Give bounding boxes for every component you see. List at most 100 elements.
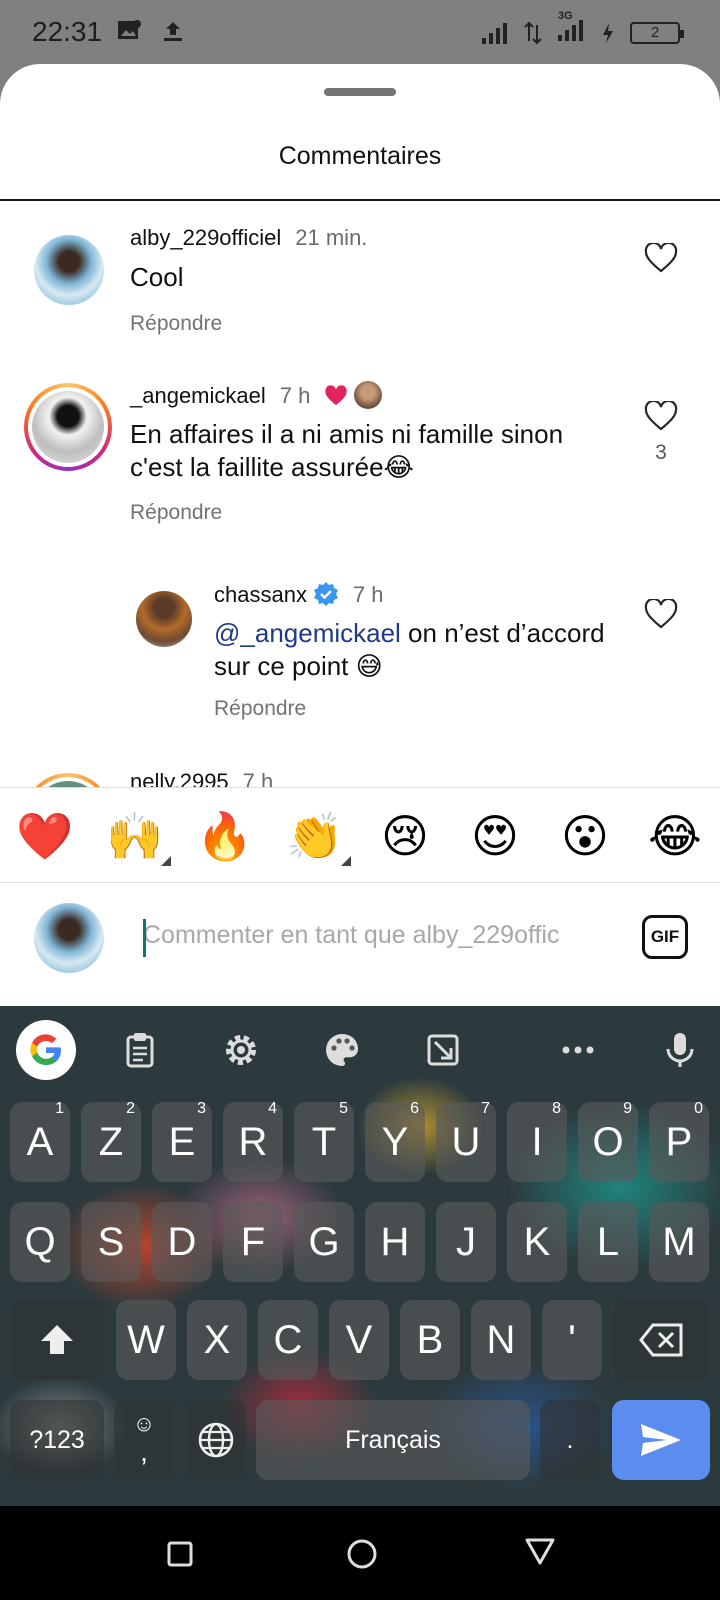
settings-gear-icon[interactable] (221, 1030, 261, 1070)
emoji-smiley-icon: ☺ (132, 1411, 156, 1436)
back-triangle-icon[interactable] (524, 1536, 556, 1566)
skin-tone-indicator (341, 856, 351, 866)
key-f[interactable]: F (223, 1202, 283, 1282)
key-t[interactable]: T5 (294, 1100, 354, 1182)
comment-composer: Commenter en tant que alby_229offic GIF (0, 883, 720, 1006)
comment-username[interactable]: _angemickael (130, 383, 266, 408)
story-ring[interactable] (24, 383, 112, 471)
shift-icon (41, 1325, 73, 1354)
comment-item: alby_229officiel 21 min. Cool Répondre (0, 201, 720, 351)
shift-key[interactable] (10, 1300, 104, 1380)
sheet-title: Commentaires (278, 142, 442, 170)
send-key[interactable] (612, 1400, 710, 1480)
drag-handle[interactable] (324, 88, 396, 96)
reply-button[interactable]: Répondre (130, 312, 222, 336)
resize-keyboard-icon[interactable] (423, 1030, 463, 1070)
comment-time: 7 h (352, 582, 384, 607)
key-q[interactable]: Q (10, 1202, 70, 1282)
key-g[interactable]: G (294, 1202, 354, 1282)
text-cursor (143, 919, 146, 957)
comments-sheet: Commentaires alby_229officiel 21 min. Coo… (0, 64, 720, 1006)
key-c[interactable]: C (258, 1300, 318, 1380)
key-i[interactable]: I8 (507, 1100, 567, 1182)
symbols-key[interactable]: ?123 (10, 1400, 104, 1480)
mention-link[interactable]: @_angemickael (214, 618, 401, 648)
key-v[interactable]: V (329, 1300, 389, 1380)
comments-list[interactable]: alby_229officiel 21 min. Cool Répondre _a… (0, 201, 720, 787)
comment-username[interactable]: chassanx (214, 582, 307, 607)
my-avatar (34, 903, 104, 973)
send-arrow-icon (641, 1424, 681, 1456)
comment-text: En affaires il a ni amis ni famille sino… (130, 419, 564, 482)
reply-button[interactable]: Répondre (214, 697, 306, 721)
avatar (32, 391, 104, 463)
key-x[interactable]: X (187, 1300, 247, 1380)
emoji-heart-eyes-button[interactable]: 😍 (465, 808, 525, 864)
clipboard-icon[interactable] (120, 1030, 160, 1070)
creator-liked-heart-icon (325, 385, 348, 406)
recents-square-icon[interactable] (166, 1540, 194, 1568)
emoji-heart-button[interactable]: ❤️ (15, 808, 75, 864)
key-apostrophe[interactable]: ' (542, 1300, 602, 1380)
story-ring[interactable] (24, 773, 112, 787)
signal-3g-icon: 3G (556, 10, 586, 47)
avatar[interactable] (34, 235, 104, 305)
like-heart-icon[interactable] (644, 243, 678, 273)
more-options-icon[interactable] (558, 1030, 598, 1070)
key-d[interactable]: D (152, 1202, 212, 1282)
verified-badge-icon (313, 582, 338, 606)
home-circle-icon[interactable] (346, 1538, 378, 1570)
spacebar-key[interactable]: Français (256, 1400, 530, 1480)
theme-palette-icon[interactable] (322, 1030, 362, 1070)
key-l[interactable]: L (578, 1202, 638, 1282)
key-a[interactable]: A1 (10, 1100, 70, 1182)
creator-mini-avatar (354, 381, 383, 409)
comment-text: Cool (130, 262, 184, 292)
key-m[interactable]: M (649, 1202, 709, 1282)
avatar[interactable] (136, 591, 192, 647)
comment-time: 7 h (279, 383, 311, 408)
emoji-surprised-button[interactable]: 😮 (555, 808, 615, 864)
period-key[interactable]: . (540, 1400, 600, 1480)
backspace-icon (639, 1323, 683, 1357)
globe-icon (198, 1422, 234, 1458)
comment-username[interactable]: nelly.2995 (130, 769, 229, 787)
key-j[interactable]: J (436, 1202, 496, 1282)
like-heart-icon[interactable] (644, 401, 678, 431)
key-y[interactable]: Y6 (365, 1100, 425, 1182)
key-p[interactable]: P0 (649, 1100, 709, 1182)
key-h[interactable]: H (365, 1202, 425, 1282)
skin-tone-indicator (161, 856, 171, 866)
emoji-raised-hands-button[interactable]: 🙌 (105, 808, 171, 866)
google-icon[interactable] (16, 1020, 76, 1080)
microphone-icon[interactable] (660, 1030, 700, 1070)
language-globe-key[interactable] (186, 1400, 246, 1480)
data-transfer-icon (524, 21, 542, 44)
status-time: 22:31 (32, 16, 103, 47)
quick-emoji-bar: ❤️ 🙌 🔥 👏 😢 😍 😮 😂 (0, 787, 720, 883)
battery-icon: 2 (630, 21, 684, 44)
key-u[interactable]: U7 (436, 1100, 496, 1182)
backspace-key[interactable] (614, 1300, 710, 1380)
like-heart-icon[interactable] (644, 599, 678, 629)
comment-input[interactable]: Commenter en tant que alby_229offic (143, 921, 559, 950)
key-z[interactable]: Z2 (81, 1100, 141, 1182)
emoji-fire-button[interactable]: 🔥 (195, 808, 255, 864)
gif-button[interactable]: GIF (642, 915, 688, 959)
emoji-crying-button[interactable]: 😢 (375, 808, 435, 864)
comment-username[interactable]: alby_229officiel (130, 225, 281, 250)
emoji-clap-button[interactable]: 👏 (285, 808, 351, 866)
key-w[interactable]: W (116, 1300, 176, 1380)
key-o[interactable]: O9 (578, 1100, 638, 1182)
like-count: 3 (655, 441, 667, 464)
key-s[interactable]: S (81, 1202, 141, 1282)
key-k[interactable]: K (507, 1202, 567, 1282)
key-r[interactable]: R4 (223, 1100, 283, 1182)
keyboard: A1Z2E3R4T5Y6U7I8O9P0 QSDFGHJKLM W X C V B N ' … (0, 1006, 720, 1506)
key-e[interactable]: E3 (152, 1100, 212, 1182)
key-n[interactable]: N (471, 1300, 531, 1380)
emoji-laughing-button[interactable]: 😂 (645, 808, 705, 864)
key-b[interactable]: B (400, 1300, 460, 1380)
reply-button[interactable]: Répondre (130, 501, 222, 525)
emoji-comma-key[interactable]: ☺ , (114, 1400, 174, 1480)
